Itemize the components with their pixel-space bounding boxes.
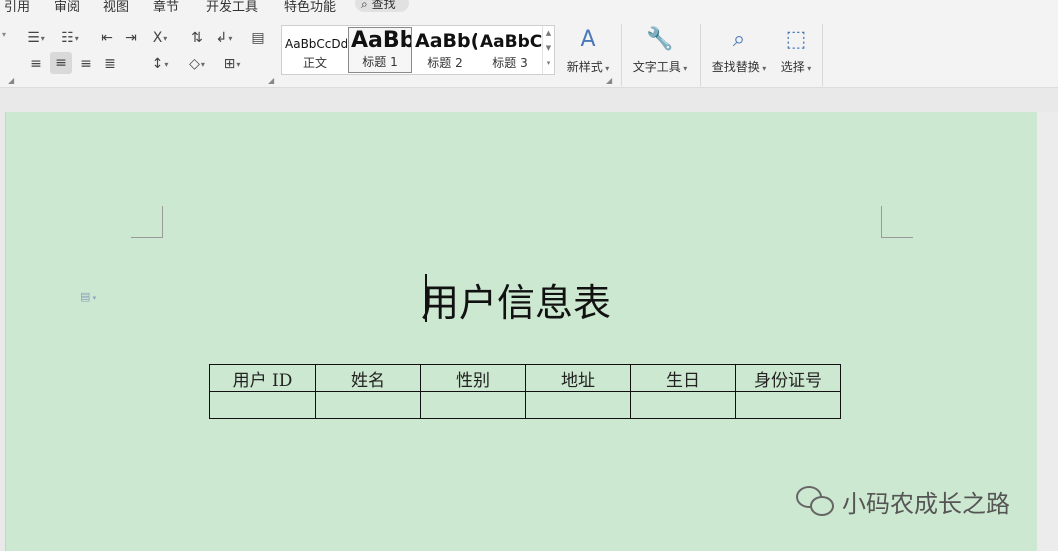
tab-stops-icon[interactable]: ▤	[248, 28, 268, 48]
watermark-text: 小码农成长之路	[842, 490, 1010, 518]
group-launcher-icon[interactable]: ◢	[8, 76, 14, 85]
menu-tab-developer[interactable]: 开发工具	[206, 0, 258, 12]
select-label: 选择	[776, 58, 816, 75]
new-style-icon: A	[580, 27, 596, 52]
menu-tab-features[interactable]: 特色功能	[284, 0, 336, 12]
new-style-label: 新样式	[563, 58, 613, 75]
style-heading-2[interactable]: AaBb( 标题 2	[413, 27, 477, 73]
document-page[interactable]: ▤ 用户信息表 用户 ID 姓名 性别 地址 生日 身份证号	[5, 112, 1037, 551]
table-cell[interactable]	[420, 391, 526, 419]
right-margin-strip	[1037, 112, 1058, 551]
document-title[interactable]: 用户信息表	[421, 272, 611, 327]
margin-corner-mark	[131, 206, 163, 238]
style-heading-3[interactable]: AaBbC 标题 3	[478, 27, 542, 73]
table-cell[interactable]	[525, 391, 631, 419]
menu-tab-review[interactable]: 审阅	[54, 0, 80, 12]
styles-launcher-icon[interactable]: ◢	[606, 76, 612, 85]
text-tools-button[interactable]: 🔧 文字工具	[630, 26, 690, 86]
table-header-cell[interactable]: 姓名	[315, 364, 421, 392]
show-hide-marks-icon[interactable]: ↲	[214, 28, 234, 48]
style-normal-sample: AaBbCcDd	[285, 37, 347, 51]
styles-scroll[interactable]: ▲ ▼ ▾	[542, 26, 554, 74]
ribbon-separator	[621, 24, 622, 86]
align-center-icon[interactable]: ≡	[50, 52, 72, 74]
menu-tab-references[interactable]: 引用	[4, 0, 30, 12]
menu-tab-view[interactable]: 视图	[103, 0, 129, 12]
style-heading-1[interactable]: AaBb 标题 1	[348, 27, 412, 73]
menu-search-label: 查找	[371, 0, 396, 11]
find-replace-button[interactable]: ⌕ 查找替换	[709, 26, 769, 86]
paragraph-layout-icon[interactable]: ▤	[80, 290, 96, 303]
magnifier-icon: ⌕	[732, 27, 746, 52]
sort-icon[interactable]: ⇅	[187, 28, 207, 48]
style-heading-2-name: 标题 2	[427, 56, 463, 70]
style-normal-name: 正文	[302, 56, 327, 70]
wrench-icon: 🔧	[646, 27, 674, 52]
table-cell[interactable]	[630, 391, 736, 419]
bullet-list-icon[interactable]: ☰	[26, 28, 46, 48]
increase-indent-icon[interactable]: ⇥	[121, 28, 141, 48]
justify-icon[interactable]: ≣	[100, 54, 120, 74]
table-cell[interactable]	[735, 391, 841, 419]
select-button[interactable]: ⬚ 选择	[776, 26, 816, 86]
search-icon: ⌕	[361, 0, 368, 11]
borders-icon[interactable]: ⊞	[222, 54, 242, 74]
align-right-icon[interactable]: ≡	[76, 54, 96, 74]
table-header-cell[interactable]: 用户 ID	[209, 364, 316, 392]
style-heading-1-name: 标题 1	[362, 55, 398, 69]
table-cell[interactable]	[315, 391, 421, 419]
table-header-cell[interactable]: 生日	[630, 364, 736, 392]
table-cell[interactable]	[209, 391, 316, 419]
chinese-layout-icon[interactable]: Ⅹ	[150, 28, 170, 48]
table-header-row: 用户 ID 姓名 性别 地址 生日 身份证号	[209, 364, 841, 392]
margin-corner-mark	[881, 206, 913, 238]
align-left-icon[interactable]: ≡	[26, 54, 46, 74]
wechat-icon	[796, 485, 836, 518]
decrease-indent-icon[interactable]: ⇤	[97, 28, 117, 48]
style-normal[interactable]: AaBbCcDd 正文	[283, 27, 347, 73]
menu-tab-chapter[interactable]: 章节	[153, 0, 179, 12]
table-row	[209, 391, 841, 419]
menu-bar: 引用 审阅 视图 章节 开发工具 特色功能 ⌕ 查找	[0, 0, 1058, 12]
style-heading-2-sample: AaBb(	[415, 30, 477, 52]
ribbon: ▾ ◢ ☰ ☷ ⇤ ⇥ Ⅹ ⇅ ↲ ▤ ≡ ≡ ≡ ≣ ↕ ◇ ⊞ ◢ AaBb…	[0, 12, 1058, 88]
line-spacing-icon[interactable]: ↕	[150, 54, 170, 74]
watermark: 小码农成长之路	[796, 484, 1010, 519]
more-styles-icon[interactable]: ▾	[543, 56, 554, 71]
style-heading-3-sample: AaBbC	[480, 32, 542, 52]
text-tools-label: 文字工具	[630, 58, 690, 75]
table-header-cell[interactable]: 身份证号	[735, 364, 841, 392]
style-heading-3-name: 标题 3	[492, 56, 528, 70]
style-heading-1-sample: AaBb	[351, 28, 412, 53]
table-header-cell[interactable]: 性别	[420, 364, 526, 392]
shading-icon[interactable]: ◇	[187, 54, 207, 74]
numbered-list-icon[interactable]: ☷	[60, 28, 80, 48]
user-info-table[interactable]: 用户 ID 姓名 性别 地址 生日 身份证号	[209, 364, 841, 419]
chevron-down-icon[interactable]: ▼	[543, 41, 554, 56]
ribbon-separator	[700, 24, 701, 86]
menu-search-button[interactable]: ⌕ 查找	[355, 0, 409, 12]
canvas-gap	[0, 88, 1058, 112]
chevron-up-icon[interactable]: ▲	[543, 26, 554, 41]
paragraph-launcher-icon[interactable]: ◢	[268, 76, 274, 85]
find-replace-label: 查找替换	[709, 58, 769, 75]
select-cursor-icon: ⬚	[785, 27, 807, 52]
dropdown-arrow-icon[interactable]: ▾	[2, 30, 6, 39]
ribbon-separator	[822, 24, 823, 86]
styles-gallery: AaBbCcDd 正文 AaBb 标题 1 AaBb( 标题 2 AaBbC 标…	[281, 25, 555, 75]
table-header-cell[interactable]: 地址	[525, 364, 631, 392]
